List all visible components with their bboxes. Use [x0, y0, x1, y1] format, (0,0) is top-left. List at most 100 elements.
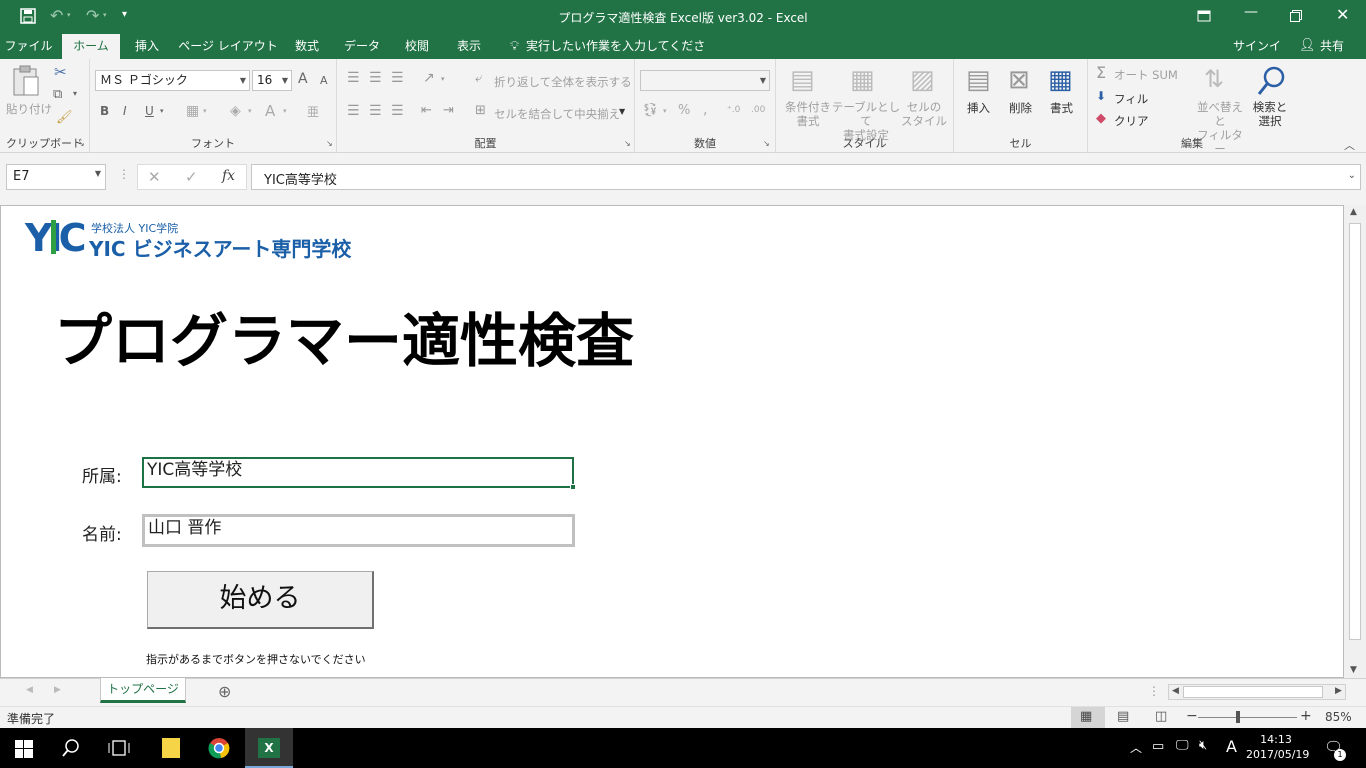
sign-in-link[interactable]: サインイン: [1228, 34, 1286, 78]
cut-icon[interactable]: ✂: [54, 63, 67, 81]
conditional-formatting-icon[interactable]: ▤: [790, 65, 815, 95]
volume-icon[interactable]: 🔇︎: [1199, 738, 1207, 753]
clear-button[interactable]: クリア: [1114, 113, 1149, 129]
restore-icon[interactable]: [1290, 10, 1302, 22]
format-painter-icon[interactable]: 🖌︎: [56, 110, 73, 125]
sticky-notes-icon[interactable]: [162, 738, 180, 758]
zoom-slider-thumb[interactable]: [1236, 711, 1240, 723]
merge-icon[interactable]: ⊞: [475, 103, 486, 118]
italic-button[interactable]: I: [123, 104, 127, 118]
tell-me-box[interactable]: 実行したい作業を入力してください...: [526, 34, 706, 78]
align-right-icon[interactable]: ☰: [391, 103, 404, 119]
windows-start-icon[interactable]: [15, 740, 33, 758]
tab-data[interactable]: データ: [338, 34, 386, 59]
number-launcher-icon[interactable]: ↘: [763, 139, 770, 148]
chrome-icon[interactable]: [208, 737, 230, 759]
paste-icon[interactable]: [12, 65, 40, 97]
comma-style-button[interactable]: ,: [703, 102, 707, 118]
fill-color-icon[interactable]: ◈: [230, 103, 241, 119]
tab-view[interactable]: 表示: [446, 34, 492, 59]
decrease-decimal-icon[interactable]: .00: [751, 105, 765, 115]
expand-formula-icon[interactable]: ⌄: [1348, 170, 1356, 181]
tab-insert[interactable]: 挿入: [124, 34, 170, 59]
format-cells-button[interactable]: 書式: [1050, 100, 1073, 116]
font-size-combo[interactable]: 16 ▼: [252, 70, 292, 91]
zoom-in-button[interactable]: +: [1300, 708, 1312, 724]
accounting-dropdown-icon[interactable]: ▾: [663, 107, 667, 115]
align-middle-icon[interactable]: ☰: [369, 70, 382, 86]
tab-scroll-left-icon[interactable]: ◀: [26, 685, 33, 695]
align-left-icon[interactable]: ☰: [347, 103, 360, 119]
worksheet-area[interactable]: YIC 学校法人 YIC学院 YIC ビジネスアート専門学校 プログラマー適性検…: [0, 205, 1344, 678]
find-select-icon[interactable]: [1256, 65, 1286, 97]
percent-style-button[interactable]: %: [678, 103, 690, 118]
share-button[interactable]: 共有: [1314, 34, 1350, 59]
split-handle-icon[interactable]: ⋮: [1148, 684, 1160, 698]
fill-button[interactable]: フィル: [1114, 91, 1148, 107]
tab-file[interactable]: ファイル: [0, 34, 57, 59]
increase-decimal-icon[interactable]: ⁺.0: [727, 105, 740, 115]
normal-view-icon[interactable]: ▦: [1080, 709, 1092, 724]
wrap-text-button[interactable]: 折り返して全体を表示する: [494, 74, 632, 90]
battery-icon[interactable]: ▭: [1152, 739, 1164, 754]
font-color-icon[interactable]: A: [265, 102, 275, 120]
vertical-scrollbar[interactable]: ▲ ▼: [1344, 205, 1366, 678]
merge-dropdown-icon[interactable]: ▼: [619, 107, 625, 116]
confirm-entry-icon[interactable]: ✓: [185, 168, 198, 186]
show-hidden-icons[interactable]: ︿: [1130, 739, 1142, 756]
zoom-out-button[interactable]: −: [1186, 708, 1198, 724]
underline-dropdown-icon[interactable]: ▾: [160, 107, 164, 115]
cell-styles-icon[interactable]: ▨: [910, 65, 935, 95]
alignment-launcher-icon[interactable]: ↘: [624, 139, 631, 148]
copy-dropdown-icon[interactable]: ▾: [73, 89, 77, 98]
autosum-icon[interactable]: Σ: [1096, 63, 1106, 82]
formula-input[interactable]: YIC高等学校 ⌄: [251, 164, 1361, 190]
hscroll-left-icon[interactable]: ◀: [1172, 686, 1179, 696]
insert-cells-icon[interactable]: ▤: [966, 65, 991, 95]
page-layout-view-icon[interactable]: ▤: [1117, 709, 1129, 724]
excel-taskbar-button[interactable]: X: [245, 728, 293, 768]
page-break-view-icon[interactable]: ◫: [1155, 709, 1167, 724]
drag-handle-icon[interactable]: ⋮: [118, 167, 130, 181]
chevron-down-icon[interactable]: ▼: [95, 169, 101, 178]
close-icon[interactable]: ✕: [1336, 5, 1349, 24]
orientation-icon[interactable]: ↗: [423, 70, 435, 86]
hscroll-thumb[interactable]: [1183, 686, 1323, 698]
font-name-combo[interactable]: ＭＳ Ｐゴシック ▼: [95, 70, 250, 91]
task-view-icon[interactable]: [108, 740, 130, 756]
scroll-up-icon[interactable]: ▲: [1350, 207, 1357, 217]
shrink-font-icon[interactable]: A: [320, 74, 328, 87]
format-as-table-icon[interactable]: ▦: [850, 65, 875, 95]
orientation-dropdown-icon[interactable]: ▾: [441, 75, 445, 83]
grow-font-icon[interactable]: A: [298, 71, 308, 87]
find-select-button[interactable]: 検索と 選択: [1244, 100, 1296, 128]
borders-icon[interactable]: ▦: [186, 103, 199, 119]
minimize-icon[interactable]: —: [1244, 4, 1258, 20]
insert-function-icon[interactable]: fx: [222, 168, 235, 184]
delete-cells-icon[interactable]: ⊠: [1008, 65, 1030, 95]
phonetic-icon[interactable]: 亜: [307, 103, 319, 120]
cell-styles-button[interactable]: セルの スタイル: [896, 100, 952, 128]
format-cells-icon[interactable]: ▦: [1048, 65, 1073, 95]
font-color-dropdown-icon[interactable]: ▾: [283, 107, 287, 115]
tab-page-layout[interactable]: ページ レイアウト: [178, 34, 278, 59]
align-bottom-icon[interactable]: ☰: [391, 70, 404, 86]
align-top-icon[interactable]: ☰: [347, 70, 360, 86]
clock[interactable]: 14:13 2017/05/19: [1246, 732, 1309, 762]
number-format-combo[interactable]: ▼: [640, 70, 770, 91]
paste-label[interactable]: 貼り付け: [6, 101, 52, 117]
underline-button[interactable]: U: [145, 104, 154, 118]
delete-cells-button[interactable]: 削除: [1009, 100, 1032, 116]
tab-review[interactable]: 校閲: [394, 34, 440, 59]
scroll-thumb[interactable]: [1349, 223, 1361, 640]
fill-color-dropdown-icon[interactable]: ▾: [248, 107, 252, 115]
cancel-entry-icon[interactable]: ✕: [148, 168, 161, 186]
tab-scroll-right-icon[interactable]: ▶: [54, 685, 61, 695]
conditional-formatting-button[interactable]: 条件付き 書式: [780, 100, 836, 128]
insert-cells-button[interactable]: 挿入: [967, 100, 990, 116]
zoom-level[interactable]: 85%: [1325, 710, 1352, 724]
increase-indent-icon[interactable]: ⇥: [443, 103, 454, 118]
tab-home[interactable]: ホーム: [62, 34, 120, 59]
tab-formulas[interactable]: 数式: [284, 34, 330, 59]
collapse-ribbon-icon[interactable]: ︿: [1344, 137, 1355, 153]
